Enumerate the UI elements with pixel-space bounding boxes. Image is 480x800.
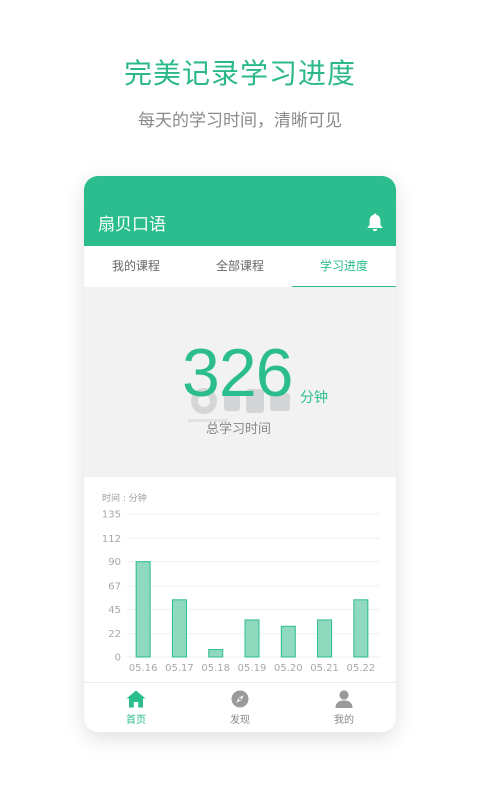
- nav-home[interactable]: 首页: [84, 683, 188, 732]
- tab-progress[interactable]: 学习进度: [292, 246, 396, 288]
- y-tick-label: 90: [108, 557, 121, 568]
- nav-home-label: 首页: [126, 715, 146, 726]
- app-header: 扇贝口语: [84, 176, 396, 246]
- promo-subline: 每天的学习时间，清晰可见: [138, 111, 342, 131]
- y-tick-label: 45: [108, 605, 121, 616]
- summary-panel: 326 分钟 总学习时间: [84, 287, 396, 477]
- nav-discover-label: 发现: [230, 715, 250, 726]
- x-tick-label: 05.17: [165, 663, 194, 674]
- y-tick-label: 67: [108, 582, 121, 593]
- bar: [171, 599, 187, 658]
- y-tick-label: 135: [102, 510, 121, 521]
- bar: [135, 561, 151, 658]
- bell-icon[interactable]: [366, 212, 384, 232]
- user-icon: [335, 690, 353, 708]
- home-icon: [126, 690, 146, 708]
- bar: [280, 625, 296, 658]
- bottom-nav: 首页 发现 我的: [84, 682, 396, 732]
- nav-mine-label: 我的: [334, 715, 354, 726]
- bar: [208, 649, 224, 658]
- x-tick-label: 05.19: [238, 663, 267, 674]
- compass-icon: [231, 690, 249, 708]
- total-minutes-unit: 分钟: [300, 390, 328, 406]
- x-tick-label: 05.21: [310, 663, 339, 674]
- bar-chart: 时间 : 分钟 135 112 90 67 45 22 0 05.16 05.17 05.18 05.…: [102, 492, 380, 674]
- study-time-chart: 时间 : 分钟 135 112 90 67 45 22 0 05.16 05.17 05.18 05.…: [84, 477, 396, 682]
- total-time-label: 总学习时间: [206, 422, 272, 437]
- x-tick-label: 05.18: [201, 663, 230, 674]
- x-tick-label: 05.20: [274, 663, 303, 674]
- phone-screen: 扇贝口语 我的课程 全部课程 学习进度 326 分钟 总学习时间 时间 : 分钟…: [84, 176, 396, 732]
- y-tick-label: 0: [115, 653, 121, 664]
- promo-headline: 完美记录学习进度: [123, 57, 356, 90]
- tab-bar: 我的课程 全部课程 学习进度: [84, 246, 396, 288]
- nav-discover[interactable]: 发现: [188, 683, 292, 732]
- y-tick-label: 112: [102, 534, 121, 545]
- tab-all-courses[interactable]: 全部课程: [188, 246, 292, 287]
- y-tick-label: 22: [108, 629, 121, 640]
- app-title: 扇贝口语: [98, 215, 166, 235]
- bar: [244, 619, 260, 658]
- bar: [353, 599, 369, 658]
- tab-my-courses[interactable]: 我的课程: [84, 246, 188, 287]
- nav-mine[interactable]: 我的: [292, 683, 396, 732]
- x-tick-label: 05.22: [347, 663, 376, 674]
- x-tick-label: 05.16: [129, 663, 158, 674]
- bar: [317, 619, 333, 658]
- y-axis-label: 时间 : 分钟: [102, 492, 147, 504]
- total-minutes-value: 326: [182, 335, 293, 411]
